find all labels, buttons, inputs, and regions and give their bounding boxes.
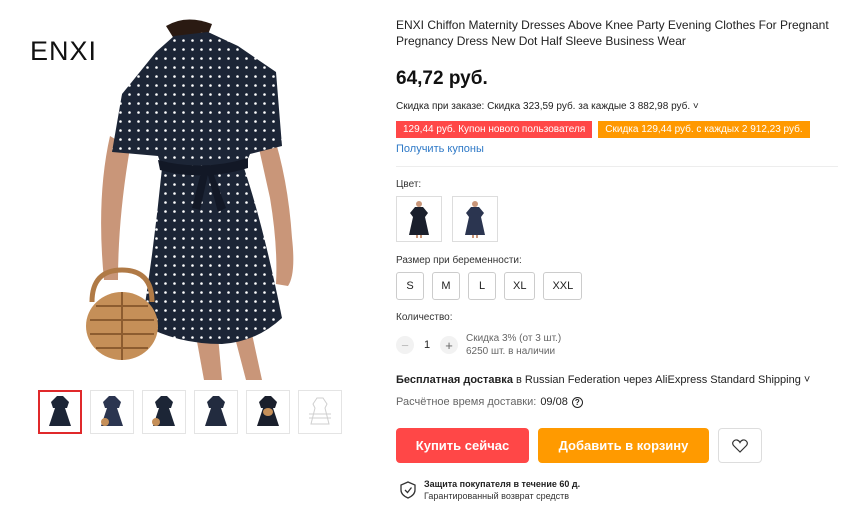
thumbnail-5[interactable]: [246, 390, 290, 434]
order-discount[interactable]: Скидка при заказе: Скидка 323,59 руб. за…: [396, 101, 699, 112]
product-gallery: ENXI: [0, 0, 380, 514]
brand-logo: ENXI: [30, 36, 98, 66]
shipping-method: в Russian Federation через AliExpress St…: [512, 374, 811, 386]
quantity-minus-button[interactable]: −: [396, 336, 414, 354]
size-option-xxl[interactable]: XXL: [543, 272, 583, 300]
shield-check-icon: [400, 481, 416, 499]
thumbnail-2[interactable]: [90, 390, 134, 434]
quantity-info: Скидка 3% (от 3 шт.) 6250 шт. в наличии: [466, 332, 561, 358]
protection-text: Защита покупателя в течение 60 д. Гарант…: [424, 478, 580, 502]
thumbnail-6[interactable]: [298, 390, 342, 434]
product-price: 64,72 руб.: [396, 68, 488, 89]
buyer-protection: Защита покупателя в течение 60 д. Гарант…: [400, 478, 580, 502]
quantity-label: Количество:: [396, 312, 453, 323]
wishlist-button[interactable]: [718, 428, 762, 463]
dress-dark-thumb-icon: [409, 201, 429, 238]
dress-thumb-icon: [152, 396, 175, 426]
color-options: [396, 196, 498, 242]
protection-subtitle: Гарантированный возврат средств: [424, 491, 570, 501]
quantity-stepper: − 1 + Скидка 3% (от 3 шт.) 6250 шт. в на…: [396, 332, 561, 358]
dress-model-illustration: [86, 19, 294, 380]
product-title: ENXI Chiffon Maternity Dresses Above Kne…: [396, 18, 829, 48]
color-label: Цвет:: [396, 179, 422, 190]
thumbnail-1[interactable]: [38, 390, 82, 434]
size-option-xl[interactable]: XL: [504, 272, 536, 300]
color-option-2[interactable]: [452, 196, 498, 242]
divider: [396, 166, 838, 167]
buy-now-button[interactable]: Купить сейчас: [396, 428, 529, 463]
size-option-s[interactable]: S: [396, 272, 424, 300]
delivery-label: Расчётное время доставки:: [396, 396, 537, 408]
shipping-info[interactable]: Бесплатная доставка в Russian Federation…: [396, 374, 810, 386]
delivery-estimate: Расчётное время доставки: 09/08 ?: [396, 396, 583, 408]
dress-thumb-icon: [257, 396, 279, 426]
bulk-discount-text: Скидка 3% (от 3 шт.): [466, 333, 562, 344]
dress-navy-thumb-icon: [465, 201, 485, 238]
size-option-l[interactable]: L: [468, 272, 496, 300]
coupon-store-discount[interactable]: Скидка 129,44 руб. с каждых 2 912,23 руб…: [598, 121, 810, 138]
quantity-plus-button[interactable]: +: [440, 336, 458, 354]
size-label: Размер при беременности:: [396, 255, 522, 266]
dress-thumb-icon: [49, 396, 71, 426]
help-icon[interactable]: ?: [571, 396, 583, 408]
dress-thumb-icon: [205, 396, 227, 426]
heart-icon: [732, 438, 748, 453]
size-options: S M L XL XXL: [396, 272, 583, 300]
add-to-cart-button[interactable]: Добавить в корзину: [538, 428, 709, 463]
coupon-new-user[interactable]: 129,44 руб. Купон нового пользователя: [396, 121, 593, 138]
coupon-list: 129,44 руб. Купон нового пользователя Ск…: [396, 121, 810, 138]
purchase-actions: Купить сейчас Добавить в корзину: [396, 428, 762, 463]
stock-text: 6250 шт. в наличии: [466, 346, 556, 357]
size-chart-thumb-icon: [309, 397, 331, 425]
thumbnail-4[interactable]: [194, 390, 238, 434]
dress-thumb-icon: [101, 396, 123, 426]
delivery-date: 09/08: [540, 396, 568, 408]
bamboo-bag: [86, 267, 158, 360]
thumbnail-strip: [38, 390, 342, 434]
color-option-1[interactable]: [396, 196, 442, 242]
main-product-image[interactable]: [26, 18, 346, 380]
get-coupons-link[interactable]: Получить купоны: [396, 143, 484, 155]
size-option-m[interactable]: M: [432, 272, 460, 300]
quantity-value[interactable]: 1: [414, 339, 440, 351]
protection-title: Защита покупателя в течение 60 д.: [424, 479, 581, 489]
free-shipping-label: Бесплатная доставка: [396, 374, 513, 386]
thumbnail-3[interactable]: [142, 390, 186, 434]
